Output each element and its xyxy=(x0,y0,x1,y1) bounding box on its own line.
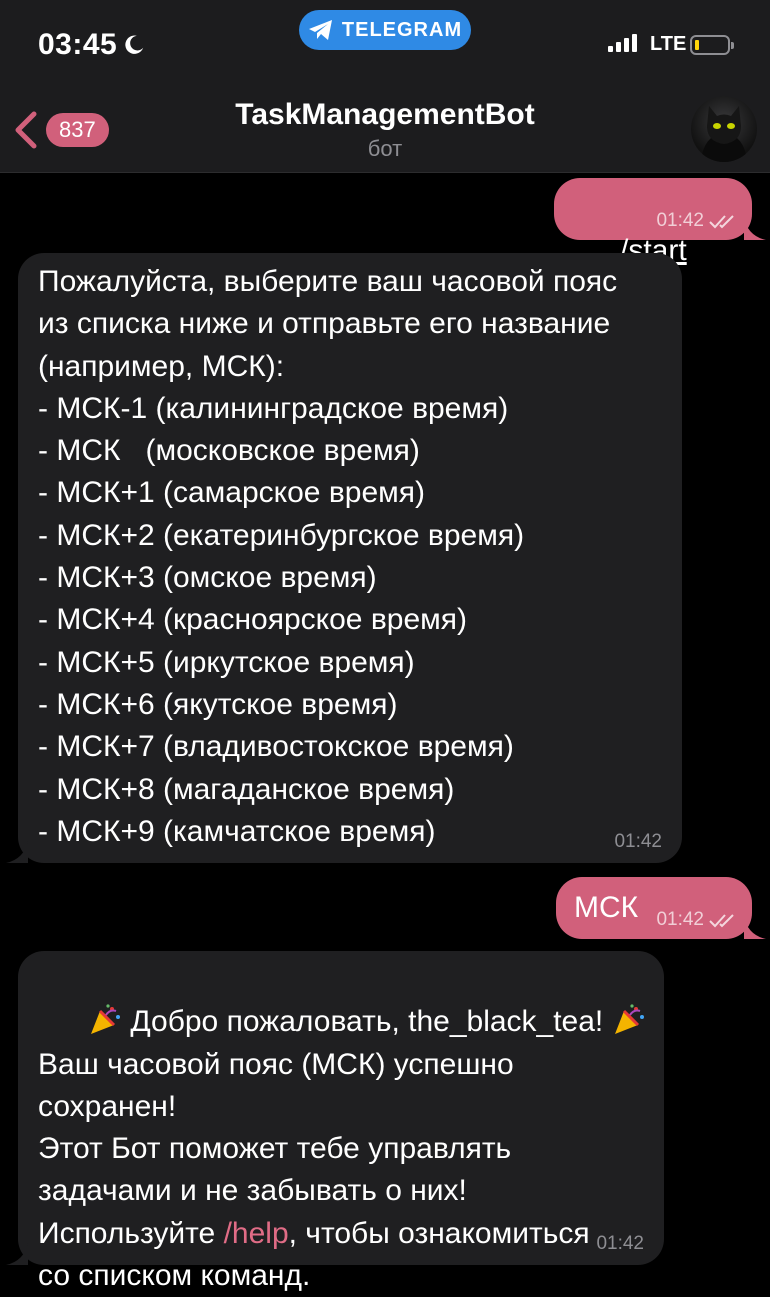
double-check-icon xyxy=(709,914,734,928)
unread-badge: 837 xyxy=(46,113,109,147)
chat-title[interactable]: TaskManagementBot xyxy=(0,98,770,132)
outgoing-message[interactable]: /start 01:42 xyxy=(554,178,766,267)
command-link-help[interactable]: /help xyxy=(224,1217,289,1250)
welcome-line: Добро пожаловать, the_black_tea! xyxy=(122,1005,612,1039)
network-type: LTE xyxy=(650,33,687,55)
incoming-message[interactable]: Пожалуйста, выберите ваш часовой пояс из… xyxy=(6,253,682,863)
status-bar: 03:45 TELEGRAM LTE xyxy=(0,0,770,88)
message-time: 01:42 xyxy=(656,909,704,930)
party-popper-icon xyxy=(91,1004,121,1035)
chat-header: TaskManagementBot бот 837 xyxy=(0,88,770,173)
message-time: 01:42 xyxy=(596,1233,644,1254)
return-to-telegram-pill[interactable]: TELEGRAM xyxy=(299,10,471,50)
party-popper-icon xyxy=(614,1004,644,1035)
chat-subtitle: бот xyxy=(367,136,403,161)
bot-avatar[interactable] xyxy=(691,96,757,162)
message-text: Пожалуйста, выберите ваш часовой пояс из… xyxy=(38,265,618,848)
back-button[interactable]: 837 xyxy=(12,108,109,152)
bubble-tail xyxy=(744,218,766,240)
cat-avatar-image xyxy=(701,106,747,162)
status-time: 03:45 xyxy=(38,28,145,62)
message-text: МСК xyxy=(574,891,639,924)
incoming-message[interactable]: Добро пожаловать, the_black_tea! Ваш час… xyxy=(6,951,664,1292)
message-time: 01:42 xyxy=(656,210,704,231)
chat-area[interactable]: /start 01:42 Пожалуйста, выберите ваш ча… xyxy=(0,173,770,1292)
battery-icon xyxy=(690,35,734,55)
outgoing-message[interactable]: МСК 01:42 xyxy=(556,877,766,939)
bubble-tail xyxy=(6,841,28,863)
back-chevron-icon xyxy=(15,111,37,149)
pill-label: TELEGRAM xyxy=(341,18,463,41)
telegram-icon xyxy=(308,20,332,40)
message-time: 01:42 xyxy=(614,831,662,852)
bubble-tail xyxy=(744,917,766,939)
signal-icon xyxy=(608,34,637,52)
double-check-icon xyxy=(709,215,734,229)
bubble-tail xyxy=(6,1243,28,1265)
moon-icon xyxy=(125,35,144,54)
status-time-text: 03:45 xyxy=(38,28,118,61)
